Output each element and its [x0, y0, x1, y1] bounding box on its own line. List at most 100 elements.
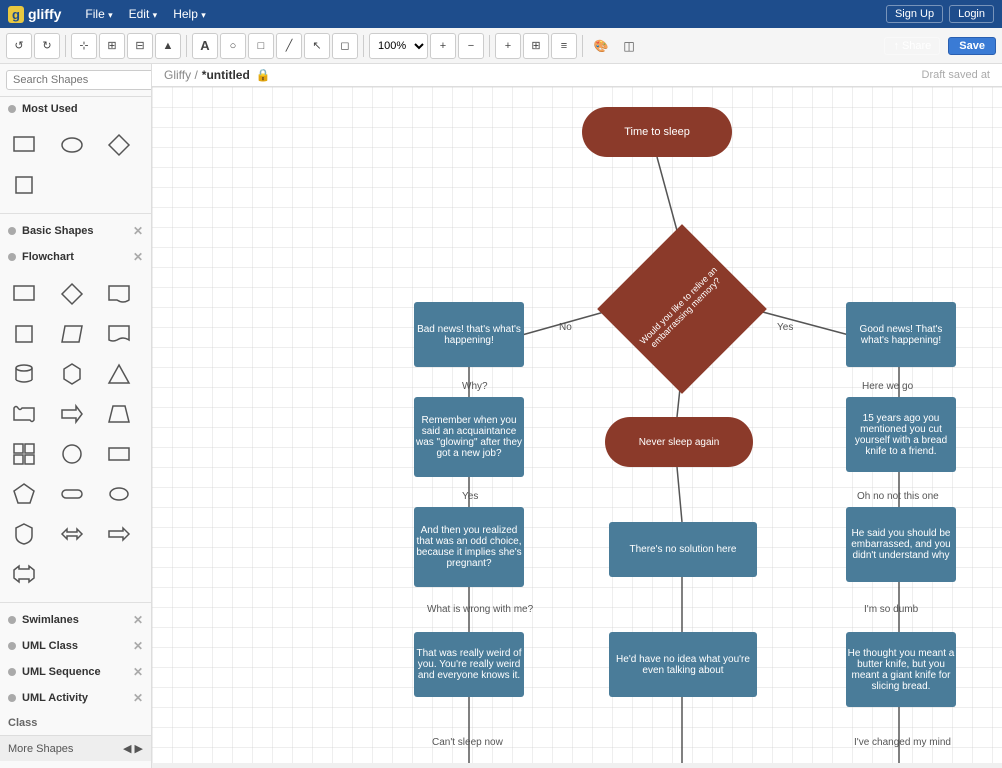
node-start[interactable]: Time to sleep: [582, 107, 732, 157]
node-butter-knife[interactable]: He thought you meant a butter knife, but…: [846, 632, 956, 707]
node-odd-choice[interactable]: And then you realized that was an odd ch…: [414, 507, 524, 587]
undo-button[interactable]: ↺: [6, 33, 32, 59]
flowchart-shapes: [0, 270, 151, 598]
node-embarrassed[interactable]: He said you should be embarrassed, and y…: [846, 507, 956, 582]
shape-oval[interactable]: [54, 127, 90, 163]
basic-shapes-section[interactable]: Basic Shapes ✕: [0, 218, 151, 244]
menu-edit[interactable]: Edit ▾: [121, 5, 166, 23]
fc-rect3[interactable]: [101, 436, 137, 472]
color-button[interactable]: 🎨: [588, 33, 614, 59]
text-button[interactable]: A: [192, 33, 218, 59]
uml-class-close[interactable]: ✕: [133, 639, 143, 653]
basic-shapes-label: Basic Shapes: [22, 225, 94, 237]
fc-oval2[interactable]: [101, 476, 137, 512]
node-15-years[interactable]: 15 years ago you mentioned you cut yours…: [846, 397, 956, 472]
rect-shape-btn[interactable]: □: [248, 33, 274, 59]
most-used-section[interactable]: Most Used: [0, 97, 151, 121]
fc-double-arrow2[interactable]: [6, 556, 42, 592]
sign-up-button[interactable]: Sign Up: [886, 5, 943, 23]
line-tool-btn[interactable]: ╱: [276, 33, 302, 59]
fc-rect4[interactable]: [54, 476, 90, 512]
zoom-select[interactable]: 100% 75% 50% 150% 200%: [369, 33, 428, 59]
node-start-text: Time to sleep: [624, 126, 690, 138]
svg-text:No: No: [559, 322, 572, 333]
uml-class-section[interactable]: UML Class ✕: [0, 633, 151, 659]
lock-icon[interactable]: 🔒: [256, 68, 271, 82]
save-button[interactable]: Save: [948, 37, 996, 55]
node-remember[interactable]: Remember when you said an acquaintance w…: [414, 397, 524, 477]
basic-shapes-close[interactable]: ✕: [133, 224, 143, 238]
more-shapes-btn[interactable]: More Shapes ◀ ▶: [0, 735, 151, 761]
fc-dbl-arrow[interactable]: [54, 516, 90, 552]
eraser-btn[interactable]: ◻: [332, 33, 358, 59]
toolbar-sep-2: [186, 35, 187, 57]
login-button[interactable]: Login: [949, 5, 994, 23]
section-dot: [8, 227, 16, 235]
shape-rect[interactable]: [6, 127, 42, 163]
fc-diamond[interactable]: [54, 276, 90, 312]
uml-sequence-close[interactable]: ✕: [133, 665, 143, 679]
share-button[interactable]: ↑Share: [884, 37, 940, 55]
shape-diamond[interactable]: [101, 127, 137, 163]
fc-rect2[interactable]: [6, 316, 42, 352]
zoom-out-button[interactable]: −: [458, 33, 484, 59]
node-bad-news[interactable]: Bad news! that's what's happening!: [414, 302, 524, 367]
fc-trap[interactable]: [101, 396, 137, 432]
node-decision[interactable]: Would you like to relive an embarrassing…: [622, 249, 742, 369]
node-no-solution[interactable]: There's no solution here: [609, 522, 757, 577]
canvas[interactable]: No Yes Why? Here we go Yes Oh no not thi…: [152, 87, 1002, 763]
cursor-btn[interactable]: ↖: [304, 33, 330, 59]
document-title[interactable]: *untitled: [202, 68, 250, 82]
group-button[interactable]: ⊞: [99, 33, 125, 59]
shape-square[interactable]: [6, 167, 42, 203]
layer-button[interactable]: ◫: [616, 33, 642, 59]
menu-help[interactable]: Help ▾: [165, 5, 214, 23]
fc-cylinder[interactable]: [6, 356, 42, 392]
redo-button[interactable]: ↻: [34, 33, 60, 59]
select-button[interactable]: ⊹: [71, 33, 97, 59]
fc-arrow-right[interactable]: [101, 516, 137, 552]
uml-activity-close[interactable]: ✕: [133, 691, 143, 705]
node-never-sleep[interactable]: Never sleep again: [605, 417, 753, 467]
node-weird[interactable]: That was really weird of you. You're rea…: [414, 632, 524, 697]
fc-para[interactable]: [54, 316, 90, 352]
flowchart-close[interactable]: ✕: [133, 250, 143, 264]
grid-button[interactable]: ⊞: [523, 33, 549, 59]
fc-penta[interactable]: [6, 476, 42, 512]
fc-wave[interactable]: [101, 316, 137, 352]
main-content: 🔍 Most Used Basic Shapes ✕: [0, 64, 1002, 768]
fc-triangle[interactable]: [101, 356, 137, 392]
more-shapes-arrows: ◀ ▶: [123, 742, 143, 755]
zoom-in-button[interactable]: +: [430, 33, 456, 59]
fc-arrow-shape[interactable]: [54, 396, 90, 432]
search-box: 🔍: [0, 64, 151, 97]
swimlanes-section[interactable]: Swimlanes ✕: [0, 607, 151, 633]
circle-shape-btn[interactable]: ○: [220, 33, 246, 59]
node-good-news[interactable]: Good news! That's what's happening!: [846, 302, 956, 367]
toolbar: ↺ ↻ ⊹ ⊞ ⊟ ▲ A ○ □ ╱ ↖ ◻ 100% 75% 50% 150…: [0, 28, 1002, 64]
uml-sequence-section[interactable]: UML Sequence ✕: [0, 659, 151, 685]
swimlanes-label: Swimlanes: [22, 614, 79, 626]
svg-text:Can't sleep now: Can't sleep now: [432, 737, 504, 748]
fc-rect[interactable]: [6, 276, 42, 312]
fc-circle[interactable]: [54, 436, 90, 472]
fc-doc[interactable]: [101, 276, 137, 312]
page-layout-btn[interactable]: ≡: [551, 33, 577, 59]
front-button[interactable]: ▲: [155, 33, 181, 59]
toolbar-sep-5: [582, 35, 583, 57]
fc-grid[interactable]: [6, 436, 42, 472]
swimlanes-close[interactable]: ✕: [133, 613, 143, 627]
add-page-button[interactable]: +: [495, 33, 521, 59]
search-input[interactable]: [6, 70, 152, 90]
node-no-idea[interactable]: He'd have no idea what you're even talki…: [609, 632, 757, 697]
class-label: Class: [8, 717, 37, 729]
uml-activity-section[interactable]: UML Activity ✕: [0, 685, 151, 711]
ungroup-button[interactable]: ⊟: [127, 33, 153, 59]
menu-file[interactable]: File ▾: [77, 5, 120, 23]
fc-hex[interactable]: [54, 356, 90, 392]
flowchart-section[interactable]: Flowchart ✕: [0, 244, 151, 270]
fc-tape[interactable]: [6, 396, 42, 432]
section-dot: [8, 253, 16, 261]
fc-shield[interactable]: [6, 516, 42, 552]
class-section[interactable]: Class: [0, 711, 151, 735]
